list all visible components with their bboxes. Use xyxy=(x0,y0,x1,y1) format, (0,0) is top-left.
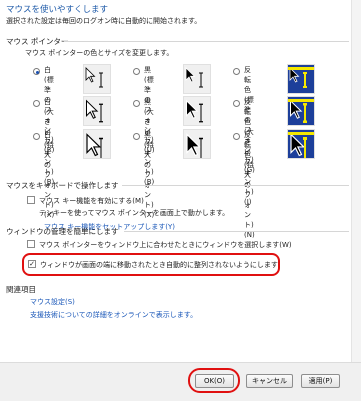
pointer-preview-white-large xyxy=(83,96,111,126)
arrow-cursor-icon xyxy=(186,133,202,157)
cursor-icon xyxy=(86,133,103,158)
apply-button[interactable]: 適用(P) xyxy=(301,374,340,388)
arrow-cursor-icon xyxy=(85,67,96,83)
hover-activate-checkbox[interactable] xyxy=(27,240,35,248)
cursor-icon xyxy=(186,99,203,123)
pointer-preview-white-xlarge xyxy=(83,129,111,159)
text-cursor-icon xyxy=(99,137,103,158)
mouse-keys-description: テンキーを使ってマウス ポインターを画面上で動かします。 xyxy=(39,209,230,217)
pointer-preview-inverted-xlarge xyxy=(287,129,315,159)
pointer-option-radio[interactable] xyxy=(233,133,240,140)
text-cursor-icon xyxy=(303,72,307,88)
assistive-tech-link[interactable]: 支援技術についての詳細をオンラインで表示します。 xyxy=(30,310,197,320)
pointer-option-label[interactable]: 黒 (特大のフ ォント)(X) xyxy=(144,130,154,220)
pointer-option-radio[interactable] xyxy=(133,133,140,140)
text-cursor-icon xyxy=(303,137,307,158)
pointer-option-radio[interactable] xyxy=(133,100,140,107)
pointer-preview-black-large xyxy=(183,96,211,126)
text-cursor-icon xyxy=(99,72,103,88)
pointer-section-header: マウス ポインター xyxy=(6,37,69,46)
keyboard-section-header: マウスをキーボードで操作します xyxy=(6,181,119,190)
text-cursor-icon xyxy=(199,72,203,88)
section-divider xyxy=(122,185,349,186)
cancel-button[interactable]: キャンセル xyxy=(246,374,293,388)
arrow-cursor-icon xyxy=(290,133,306,157)
cursor-icon xyxy=(85,67,103,88)
cursor-icon xyxy=(288,99,314,123)
pointer-option-radio[interactable] xyxy=(133,68,140,75)
pointer-option-radio[interactable] xyxy=(233,100,240,107)
mouse-settings-link[interactable]: マウス設定(S) xyxy=(30,297,75,307)
text-cursor-icon xyxy=(303,103,307,123)
cursor-icon xyxy=(86,99,103,123)
window-section-header: ウィンドウの管理を簡単にします xyxy=(6,227,119,236)
arrow-cursor-icon xyxy=(185,67,196,83)
arrow-cursor-icon xyxy=(86,99,99,119)
pointer-option-label-line: のフォント) xyxy=(244,181,254,229)
section-divider xyxy=(64,41,349,42)
cursor-icon xyxy=(185,67,203,88)
vertical-scrollbar[interactable] xyxy=(351,0,361,362)
page-subtitle: 選択された設定は毎回のログオン時に自動的に開始されます。 xyxy=(6,17,202,25)
arrow-cursor-icon xyxy=(289,67,300,83)
inverted-accent-bar xyxy=(288,99,314,102)
text-cursor-icon xyxy=(199,137,203,158)
arrow-cursor-icon xyxy=(186,99,199,119)
cursor-icon xyxy=(288,132,314,158)
mouse-keys-checkbox[interactable] xyxy=(27,196,35,204)
section-divider xyxy=(124,231,349,232)
arrow-cursor-icon xyxy=(290,99,303,119)
pointer-option-label-line: 白 (特大のフ xyxy=(44,131,54,179)
mouse-keys-label[interactable]: マウス キー機能を有効にする(M) xyxy=(39,196,144,206)
pointer-option-radio[interactable] xyxy=(233,68,240,75)
prevent-snap-checkbox[interactable]: ✓ xyxy=(28,260,36,268)
cursor-icon xyxy=(186,133,203,158)
pointer-preview-white-regular xyxy=(83,64,111,94)
hover-activate-label[interactable]: マウス ポインターをウィンドウ上に合わせたときにウィンドウを選択します(W) xyxy=(39,240,292,250)
pointer-preview-black-xlarge xyxy=(183,129,211,159)
pointer-option-radio[interactable] xyxy=(33,68,40,75)
inverted-accent-bar xyxy=(288,67,314,70)
pointer-preview-black-regular xyxy=(183,64,211,94)
pointer-option-label[interactable]: 白 (特大のフ ォント)(X) xyxy=(44,130,54,220)
pointer-preview-inverted-regular xyxy=(287,64,315,94)
pointer-preview-inverted-large xyxy=(287,96,315,126)
pointer-section-description: マウス ポインターの色とサイズを変更します。 xyxy=(25,49,174,57)
ok-button[interactable]: OK(O) xyxy=(195,374,234,388)
text-cursor-icon xyxy=(199,103,203,123)
pointer-option-radio[interactable] xyxy=(33,100,40,107)
pointer-option-label-line: 黒 (特大のフ xyxy=(144,131,154,179)
page-title: マウスを使いやすくします xyxy=(6,5,109,15)
prevent-snap-label[interactable]: ウィンドウが画面の端に移動されたとき自動的に整列されないようにします xyxy=(40,260,278,270)
text-cursor-icon xyxy=(99,103,103,123)
inverted-accent-bar xyxy=(288,132,314,135)
pointer-option-radio[interactable] xyxy=(33,133,40,140)
arrow-cursor-icon xyxy=(86,133,102,157)
pointer-option-label-line: 反転色 (特大 xyxy=(244,131,254,179)
cursor-icon xyxy=(288,67,314,88)
related-header: 関連項目 xyxy=(6,285,36,294)
